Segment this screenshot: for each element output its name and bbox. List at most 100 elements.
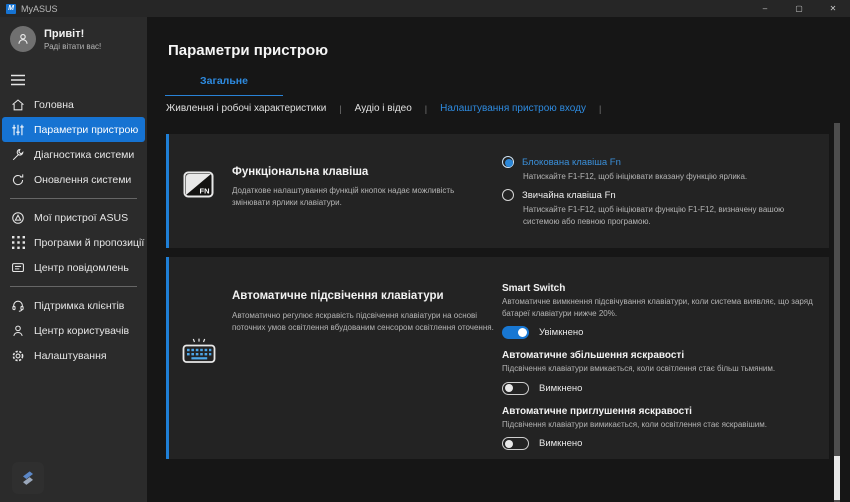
fn-key-options: Блокована клавіша Fn Натискайте F1-F12, … [502, 156, 822, 234]
sidebar-item-label: Підтримка клієнтів [34, 300, 124, 312]
toggle-block-smart-switch: Smart Switch Автоматичне вимкнення підсв… [502, 283, 824, 339]
option-description: Натискайте F1-F12, щоб ініціювати вказан… [523, 171, 822, 183]
tab-general[interactable]: Загальне [165, 75, 283, 96]
option-fn-normal: Звичайна клавіша Fn Натискайте F1-F12, щ… [502, 189, 822, 228]
gear-icon [11, 349, 25, 363]
greeting-subtitle: Раді вітати вас! [44, 42, 101, 51]
titlebar: M MyASUS – ▢ ✕ [0, 0, 850, 17]
toggle-knob [505, 384, 513, 392]
toggle-title: Smart Switch [502, 283, 824, 294]
auto-dim-toggle[interactable] [502, 437, 529, 450]
sidebar-item-diagnostics[interactable]: Діагностика системи [2, 142, 145, 167]
toggle-title: Автоматичне збільшення яскравості [502, 350, 824, 361]
person-icon [16, 32, 30, 46]
subtab-separator: | [425, 104, 427, 114]
radio-unselected-icon [502, 189, 514, 201]
toggle-state-label: Увімкнено [539, 327, 583, 338]
greeting-title: Привіт! [44, 28, 101, 40]
scrollbar-thumb[interactable] [834, 456, 840, 500]
sidebar-item-label: Діагностика системи [34, 149, 134, 161]
toggle-description: Автоматичне вимкнення підсвічування клав… [502, 296, 824, 319]
home-icon [11, 98, 25, 112]
sidebar-item-system-update[interactable]: Оновлення системи [2, 167, 145, 192]
device-settings-icon [11, 123, 25, 137]
toggle-title: Автоматичне приглушення яскравості [502, 406, 824, 417]
sidebar-divider [10, 198, 137, 199]
toggle-state-label: Вимкнено [539, 383, 582, 394]
sidebar-item-label: Оновлення системи [34, 174, 131, 186]
myasus-logo-icon: M [6, 4, 16, 14]
headset-icon [11, 299, 25, 313]
asus-devices-icon [11, 211, 25, 225]
sidebar-item-apps-offers[interactable]: Програми й пропозиції від... [2, 230, 145, 255]
sidebar-item-settings[interactable]: Налаштування [2, 343, 145, 368]
settings-panel: FN Функціональна клавіша Додаткове налаш… [166, 134, 829, 459]
auto-brighten-toggle[interactable] [502, 382, 529, 395]
svg-text:FN: FN [200, 187, 210, 196]
toggle-block-auto-brighten: Автоматичне збільшення яскравості Підсві… [502, 350, 824, 395]
assistant-logo-icon [18, 468, 38, 488]
toggle-description: Підсвічення клавіатури вимикається, коли… [502, 419, 824, 431]
toggle-state-label: Вимкнено [539, 438, 582, 449]
sidebar-item-my-asus-devices[interactable]: Мої пристрої ASUS [2, 205, 145, 230]
radio-fn-lock[interactable]: Блокована клавіша Fn [502, 156, 822, 168]
assistant-launcher[interactable] [12, 462, 44, 494]
app-title: MyASUS [21, 4, 58, 14]
user-avatar[interactable] [10, 26, 36, 52]
radio-selected-icon [502, 156, 514, 168]
backlight-toggle-list: Smart Switch Автоматичне вимкнення підсв… [502, 283, 824, 461]
subtab-bar: Живлення і робочі характеристики | Аудіо… [166, 103, 820, 114]
function-key-card: FN Функціональна клавіша Додаткове налаш… [166, 134, 829, 248]
sidebar-item-customer-support[interactable]: Підтримка клієнтів [2, 293, 145, 318]
update-icon [11, 173, 25, 187]
page-title: Параметри пристрою [168, 42, 328, 59]
sidebar-item-label: Центр користувачів [34, 325, 129, 337]
sidebar-item-user-center[interactable]: Центр користувачів [2, 318, 145, 343]
sidebar-item-message-center[interactable]: Центр повідомлень [2, 255, 145, 280]
sidebar-item-label: Мої пристрої ASUS [34, 212, 128, 224]
sidebar: Привіт! Раді вітати вас! Головна Парамет… [0, 17, 147, 502]
window-controls: – ▢ ✕ [748, 0, 850, 17]
smart-switch-toggle[interactable] [502, 326, 529, 339]
sidebar-item-label: Налаштування [34, 350, 107, 362]
toggle-description: Підсвічення клавіатури вмикається, коли … [502, 363, 824, 375]
main-content: Параметри пристрою Загальне Живлення і р… [147, 17, 850, 502]
sidebar-item-label: Головна [34, 99, 74, 111]
minimize-button[interactable]: – [748, 0, 782, 17]
subtab-audio-video[interactable]: Аудіо і відео [355, 103, 412, 114]
scrollbar[interactable] [834, 123, 840, 502]
message-center-icon [11, 261, 25, 275]
toggle-block-auto-dim: Автоматичне приглушення яскравості Підсв… [502, 406, 824, 451]
card-description: Автоматично регулює яскравість підсвічен… [232, 310, 497, 333]
sidebar-item-label: Програми й пропозиції від... [34, 237, 145, 249]
fn-key-icon: FN [183, 171, 214, 198]
sidebar-divider [10, 286, 137, 287]
user-icon [11, 324, 25, 338]
sidebar-item-home[interactable]: Головна [2, 92, 145, 117]
close-button[interactable]: ✕ [816, 0, 850, 17]
option-label: Звичайна клавіша Fn [522, 190, 616, 201]
card-title: Автоматичне підсвічення клавіатури [232, 290, 444, 302]
card-title: Функціональна клавіша [232, 166, 368, 178]
subtab-input-device[interactable]: Налаштування пристрою входу [440, 103, 586, 114]
option-description: Натискайте F1-F12, щоб ініціювати функці… [523, 204, 822, 228]
apps-grid-icon [11, 236, 25, 250]
wrench-icon [11, 148, 25, 162]
toggle-knob [518, 328, 527, 337]
subtab-power-performance[interactable]: Живлення і робочі характеристики [166, 103, 326, 114]
subtab-separator: | [339, 104, 341, 114]
option-label: Блокована клавіша Fn [522, 157, 621, 168]
toggle-knob [505, 440, 513, 448]
user-greeting: Привіт! Раді вітати вас! [0, 17, 147, 58]
hamburger-menu-icon[interactable] [11, 74, 25, 86]
keyboard-backlight-card: Автоматичне підсвічення клавіатури Автом… [166, 257, 829, 459]
sidebar-item-label: Центр повідомлень [34, 262, 129, 274]
subtab-separator: | [599, 104, 601, 114]
card-description: Додаткове налаштування функцій кнопок на… [232, 185, 482, 208]
sidebar-item-label: Параметри пристрою [34, 124, 138, 136]
maximize-button[interactable]: ▢ [782, 0, 816, 17]
keyboard-backlight-icon [181, 337, 217, 365]
sidebar-item-device-settings[interactable]: Параметри пристрою [2, 117, 145, 142]
option-fn-lock: Блокована клавіша Fn Натискайте F1-F12, … [502, 156, 822, 183]
radio-fn-normal[interactable]: Звичайна клавіша Fn [502, 189, 822, 201]
